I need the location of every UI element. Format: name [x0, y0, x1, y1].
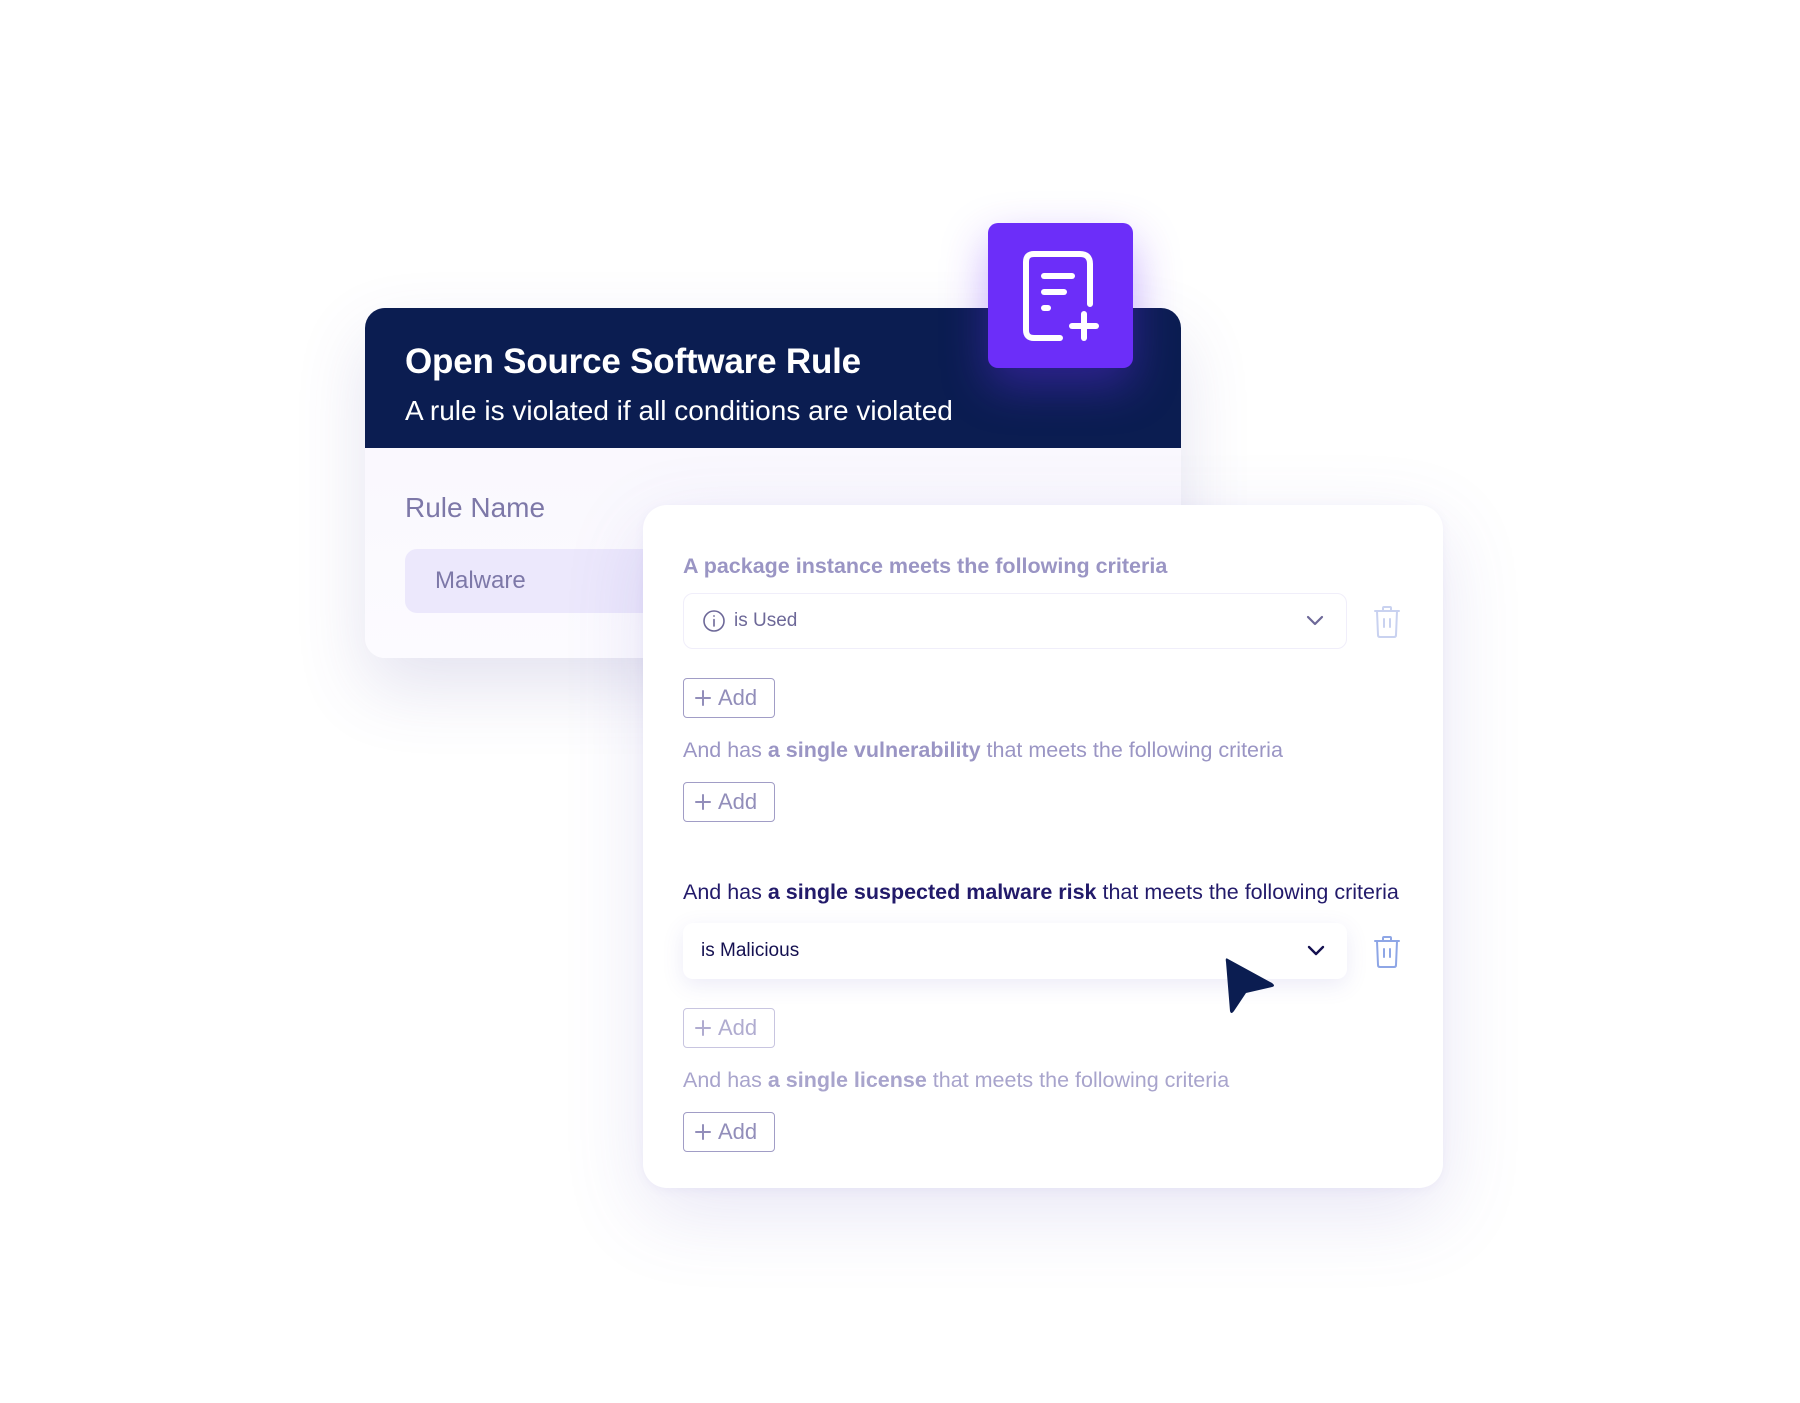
document-add-icon	[988, 223, 1133, 368]
heading-prefix: And has	[683, 738, 768, 762]
heading-bold: a single vulnerability	[767, 738, 981, 762]
add-button-label: Add	[718, 789, 758, 814]
heading-suffix: that meets the following criteria	[926, 1068, 1230, 1092]
package-criteria-heading-text: A package instance meets the following c…	[683, 554, 1168, 578]
delete-package-criteria-trash-icon[interactable]	[1373, 605, 1401, 639]
license-criteria-heading: And has a single license that meets the …	[683, 1065, 1229, 1095]
heading-suffix: that meets the following criteria	[1096, 880, 1399, 904]
add-malware-criteria-button[interactable]: Add	[683, 1008, 775, 1048]
rule-name-label: Rule Name	[405, 492, 546, 523]
info-icon	[702, 609, 726, 633]
package-criteria-select-value: is Used	[734, 610, 798, 631]
add-button-label: Add	[718, 685, 758, 710]
heading-prefix: And has	[683, 1068, 768, 1092]
delete-malware-criteria-trash-icon[interactable]	[1373, 935, 1401, 969]
plus-icon	[694, 793, 712, 811]
add-button-label: Add	[718, 1015, 758, 1040]
add-button-label: Add	[718, 1119, 758, 1144]
rule-subtitle: A rule is violated if all conditions are…	[405, 395, 953, 426]
add-package-criteria-button[interactable]: Add	[683, 678, 775, 718]
plus-icon	[694, 1123, 712, 1141]
chevron-down-icon[interactable]	[1306, 615, 1324, 627]
add-license-criteria-button[interactable]: Add	[683, 1112, 775, 1152]
heading-bold: a single suspected malware risk	[767, 880, 1097, 904]
heading-prefix: And has	[683, 880, 768, 904]
vulnerability-criteria-heading: And has a single vulnerability that meet…	[683, 735, 1283, 765]
criteria-panel: A package instance meets the following c…	[643, 505, 1443, 1188]
package-criteria-select[interactable]: is Used	[683, 593, 1347, 649]
plus-icon	[694, 689, 712, 707]
mouse-cursor-icon	[1222, 955, 1278, 1022]
malware-criteria-heading: And has a single suspected malware risk …	[683, 877, 1399, 907]
add-vulnerability-criteria-button[interactable]: Add	[683, 782, 775, 822]
plus-icon	[694, 1019, 712, 1037]
malware-criteria-select-value: is Malicious	[701, 940, 800, 961]
package-criteria-heading: A package instance meets the following c…	[683, 551, 1167, 581]
heading-bold: a single license	[767, 1068, 927, 1092]
heading-suffix: that meets the following criteria	[980, 738, 1283, 762]
chevron-down-icon[interactable]	[1307, 945, 1325, 957]
